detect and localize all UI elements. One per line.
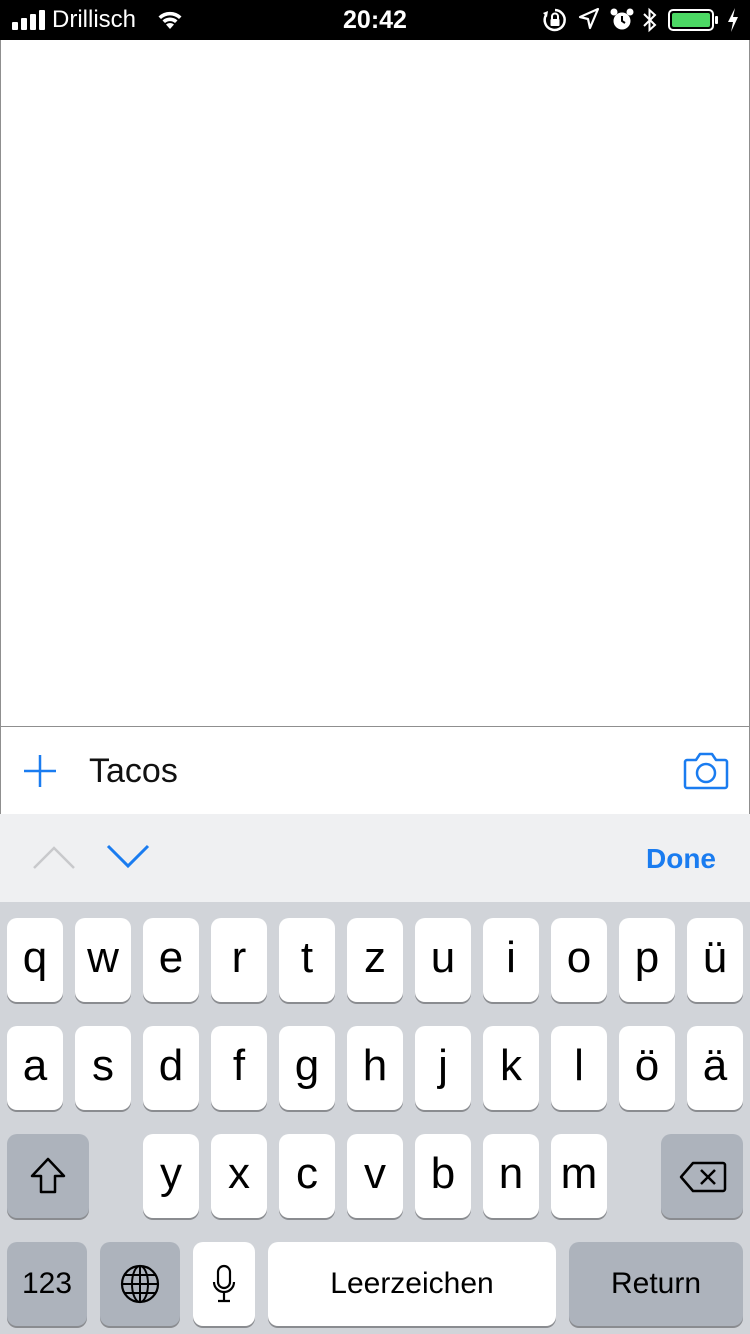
done-button[interactable]: Done <box>646 842 716 876</box>
charging-bolt-icon <box>728 8 738 32</box>
keyboard-accessory-bar: Done <box>0 814 750 902</box>
return-key[interactable]: Return <box>569 1242 743 1326</box>
keyboard: q w e r t z u i o p ü a s d f g h j k l … <box>0 902 750 1334</box>
message-input-bar <box>0 726 750 815</box>
plus-icon[interactable] <box>23 754 57 788</box>
key-v[interactable]: v <box>347 1134 403 1218</box>
key-h[interactable]: h <box>347 1026 403 1110</box>
status-icons <box>542 7 742 33</box>
key-w[interactable]: w <box>75 918 131 1002</box>
key-z[interactable]: z <box>347 918 403 1002</box>
key-a[interactable]: a <box>7 1026 63 1110</box>
message-list-area[interactable] <box>0 40 750 726</box>
status-bar: Drillisch 20:42 <box>0 0 750 40</box>
bluetooth-icon <box>643 7 657 33</box>
camera-icon[interactable] <box>683 751 729 791</box>
key-i[interactable]: i <box>483 918 539 1002</box>
rotation-lock-icon <box>543 8 566 32</box>
numbers-key[interactable]: 123 <box>7 1242 87 1326</box>
key-ue[interactable]: ü <box>687 918 743 1002</box>
key-oe[interactable]: ö <box>619 1026 675 1110</box>
key-ae[interactable]: ä <box>687 1026 743 1110</box>
key-q[interactable]: q <box>7 918 63 1002</box>
key-b[interactable]: b <box>415 1134 471 1218</box>
key-n[interactable]: n <box>483 1134 539 1218</box>
key-o[interactable]: o <box>551 918 607 1002</box>
key-k[interactable]: k <box>483 1026 539 1110</box>
shift-icon <box>30 1157 66 1194</box>
key-l[interactable]: l <box>551 1026 607 1110</box>
key-u[interactable]: u <box>415 918 471 1002</box>
key-e[interactable]: e <box>143 918 199 1002</box>
key-g[interactable]: g <box>279 1026 335 1110</box>
location-arrow-icon <box>578 7 600 30</box>
battery-icon <box>668 9 718 31</box>
dictation-key[interactable] <box>193 1242 255 1326</box>
key-d[interactable]: d <box>143 1026 199 1110</box>
chevron-down-icon[interactable] <box>106 844 150 870</box>
key-j[interactable]: j <box>415 1026 471 1110</box>
chevron-up-icon[interactable] <box>32 844 76 870</box>
key-s[interactable]: s <box>75 1026 131 1110</box>
key-x[interactable]: x <box>211 1134 267 1218</box>
delete-key[interactable] <box>661 1134 743 1218</box>
microphone-icon <box>212 1264 236 1303</box>
key-f[interactable]: f <box>211 1026 267 1110</box>
globe-key[interactable] <box>100 1242 180 1326</box>
key-y[interactable]: y <box>143 1134 199 1218</box>
alarm-icon <box>610 8 634 30</box>
message-input[interactable] <box>89 749 649 793</box>
key-p[interactable]: p <box>619 918 675 1002</box>
space-key[interactable]: Leerzeichen <box>268 1242 556 1326</box>
shift-key[interactable] <box>7 1134 89 1218</box>
key-t[interactable]: t <box>279 918 335 1002</box>
backspace-icon <box>679 1161 727 1193</box>
globe-icon <box>120 1264 160 1304</box>
key-c[interactable]: c <box>279 1134 335 1218</box>
key-r[interactable]: r <box>211 918 267 1002</box>
key-m[interactable]: m <box>551 1134 607 1218</box>
